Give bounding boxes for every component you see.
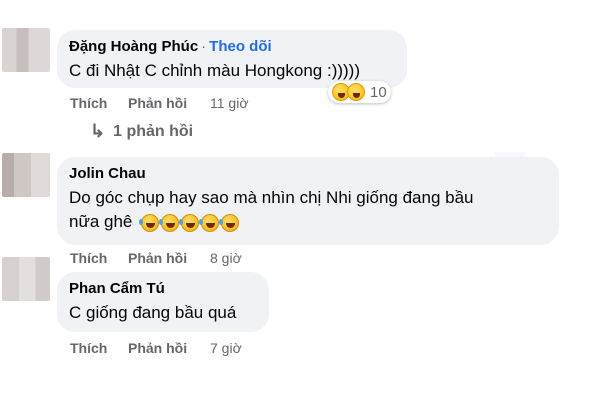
avatar[interactable] [2,153,50,197]
follow-separator: · [201,38,207,55]
reply-button[interactable]: Phản hồi [128,250,210,266]
laughing-tears-icon [219,213,240,232]
follow-link[interactable]: Theo dõi [209,38,272,55]
reaction-count: 10 [370,83,387,101]
comment-author[interactable]: Đặng Hoàng Phúc [69,38,198,55]
laughing-tears-icon [159,213,180,232]
comment-author[interactable]: Phan Cẩm Tú [69,280,165,297]
comment-bubble-1: Đặng Hoàng Phúc · Theo dõi C đi Nhật C chỉ… [57,30,407,88]
comment-actions: Thích Phản hồi 8 giờ [70,250,242,266]
like-button[interactable]: Thích [70,95,128,111]
view-replies-link[interactable]: ↳ 1 phản hồi [90,121,193,142]
comment-actions: Thích Phản hồi 11 giờ [70,95,249,111]
reaction-summary[interactable]: 10 [328,81,391,103]
comment-text: C đi Nhật C chỉnh màu Hongkong :))))) [69,61,361,80]
like-button[interactable]: Thích [70,250,128,266]
reply-button[interactable]: Phản hồi [128,340,210,356]
comment-timestamp[interactable]: 7 giờ [210,340,242,356]
comment-bubble-2: Jolin Chau Do góc chụp hay sao mà nhìn c… [57,157,559,245]
laughing-tears-icon [179,213,200,232]
wow-icon [347,83,365,101]
comment-text-line-1: Do góc chụp hay sao mà nhìn chị Nhi giốn… [69,188,474,207]
comment-bubble-3: Phan Cẩm Tú C giống đang bầu quá [57,272,269,332]
like-button[interactable]: Thích [70,340,128,356]
comment-timestamp[interactable]: 11 giờ [210,95,249,111]
comment-actions: Thích Phản hồi 7 giờ [70,340,242,356]
reply-button[interactable]: Phản hồi [128,95,210,111]
reply-arrow-icon: ↳ [90,121,106,141]
replies-label: 1 phản hồi [113,122,194,140]
avatar[interactable] [2,28,50,72]
comment-timestamp[interactable]: 8 giờ [210,250,242,266]
comment-author[interactable]: Jolin Chau [69,165,146,182]
laughing-tears-icon [199,213,220,232]
comment-text-line-2: nữa ghê [69,212,133,231]
comment-text-line-2-wrap: nữa ghê [69,210,545,234]
avatar[interactable] [2,257,50,301]
laugh-emoji-row [139,213,240,232]
laughing-tears-icon [139,213,160,232]
comment-text: C giống đang bầu quá [69,303,237,322]
